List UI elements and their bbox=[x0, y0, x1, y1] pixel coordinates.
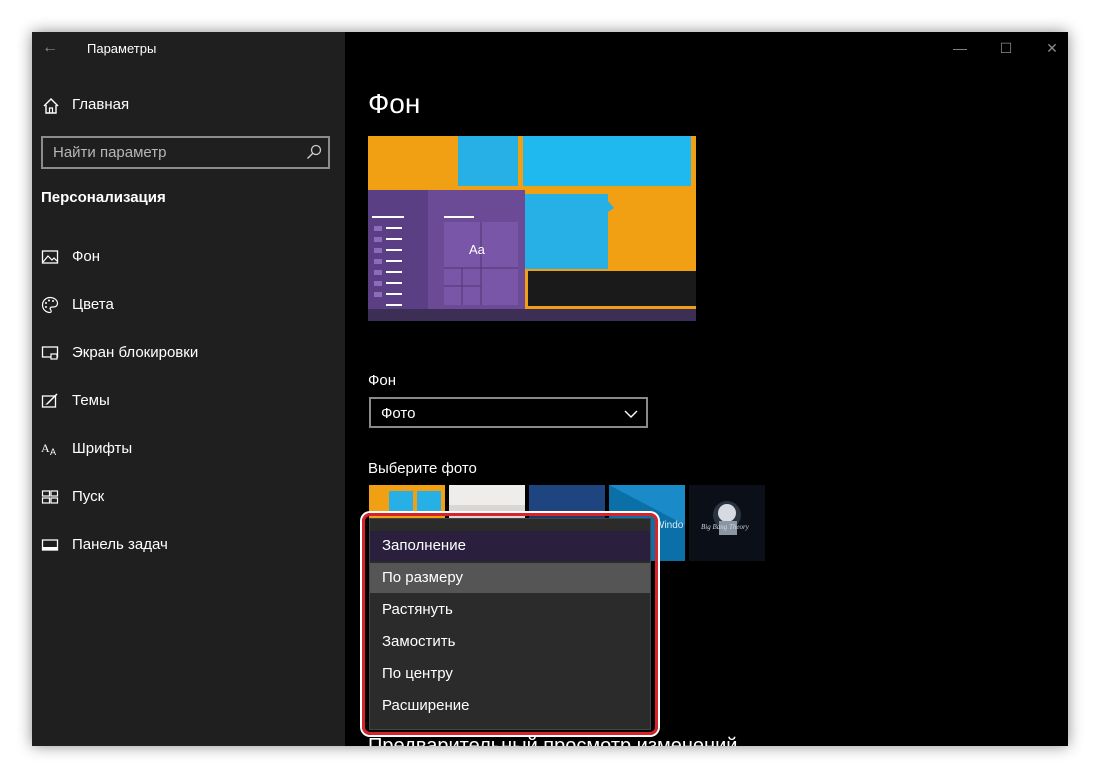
sidebar-item-lock-screen[interactable]: Экран блокировки bbox=[32, 336, 345, 370]
picture-icon bbox=[41, 250, 59, 264]
search-icon[interactable] bbox=[306, 144, 322, 160]
desktop-preview: Aa bbox=[368, 136, 696, 321]
home-icon bbox=[43, 98, 59, 114]
close-button[interactable]: ✕ bbox=[1029, 32, 1068, 64]
search-input[interactable] bbox=[43, 138, 303, 167]
section-title: Персонализация bbox=[41, 189, 166, 206]
sidebar-item-themes[interactable]: Темы bbox=[32, 384, 345, 418]
minimize-button[interactable]: — bbox=[937, 32, 983, 64]
sidebar-item-start[interactable]: Пуск bbox=[32, 480, 345, 514]
main-content: — ☐ ✕ Фон Aa Фон Фото Выберите фото Wind… bbox=[345, 32, 1068, 746]
app-title: Параметры bbox=[87, 41, 157, 56]
wallpaper-preview-image: Aa bbox=[368, 136, 696, 321]
photo-thumbnail-5[interactable]: Big Bang Theory bbox=[689, 485, 765, 561]
maximize-button[interactable]: ☐ bbox=[983, 32, 1029, 64]
svg-text:A: A bbox=[41, 441, 50, 455]
dropdown-value: Фото bbox=[381, 405, 416, 422]
svg-text:A: A bbox=[50, 447, 56, 457]
sidebar-item-label: Фон bbox=[72, 248, 101, 265]
fonts-icon: A A bbox=[41, 441, 56, 457]
preview-tile-text: Aa bbox=[469, 242, 486, 257]
taskbar-icon bbox=[41, 539, 59, 551]
sidebar-item-home[interactable]: Главная bbox=[32, 90, 345, 122]
sidebar: ← Параметры Главная Персонализация Фон bbox=[32, 32, 345, 746]
choose-photo-label: Выберите фото bbox=[368, 460, 477, 477]
sidebar-item-colors[interactable]: Цвета bbox=[32, 288, 345, 322]
sidebar-item-label: Экран блокировки bbox=[72, 344, 199, 361]
thumb-windows-text: Windo bbox=[655, 520, 684, 531]
search-box[interactable] bbox=[41, 136, 330, 169]
sidebar-item-taskbar[interactable]: Панель задач bbox=[32, 528, 345, 562]
settings-window: ← Параметры Главная Персонализация Фон bbox=[32, 32, 1068, 746]
sidebar-item-label: Пуск bbox=[72, 488, 105, 505]
sidebar-item-label: Цвета bbox=[72, 296, 114, 313]
background-label: Фон bbox=[368, 372, 397, 389]
sidebar-item-label: Шрифты bbox=[72, 440, 133, 457]
sidebar-item-label: Главная bbox=[72, 96, 130, 113]
annotation-highlight-frame bbox=[362, 513, 658, 735]
back-arrow-icon[interactable]: ← bbox=[40, 38, 60, 58]
sidebar-item-background[interactable]: Фон bbox=[32, 240, 345, 274]
background-type-dropdown[interactable]: Фото bbox=[369, 397, 648, 428]
lock-screen-icon bbox=[41, 346, 59, 360]
thumb-big-bang-text: Big Bang Theory bbox=[701, 523, 750, 531]
themes-icon bbox=[41, 393, 58, 408]
sidebar-item-fonts[interactable]: A A Шрифты bbox=[32, 432, 345, 466]
palette-icon bbox=[41, 296, 59, 314]
start-icon bbox=[41, 490, 59, 504]
chevron-down-icon bbox=[624, 410, 638, 418]
sidebar-item-label: Панель задач bbox=[72, 536, 168, 553]
sidebar-item-label: Темы bbox=[72, 392, 110, 409]
wallpaper-big-bang-image: Big Bang Theory bbox=[689, 485, 765, 561]
page-title: Фон bbox=[368, 88, 421, 119]
preview-changes-heading: Предварительный просмотр изменений bbox=[368, 735, 738, 746]
